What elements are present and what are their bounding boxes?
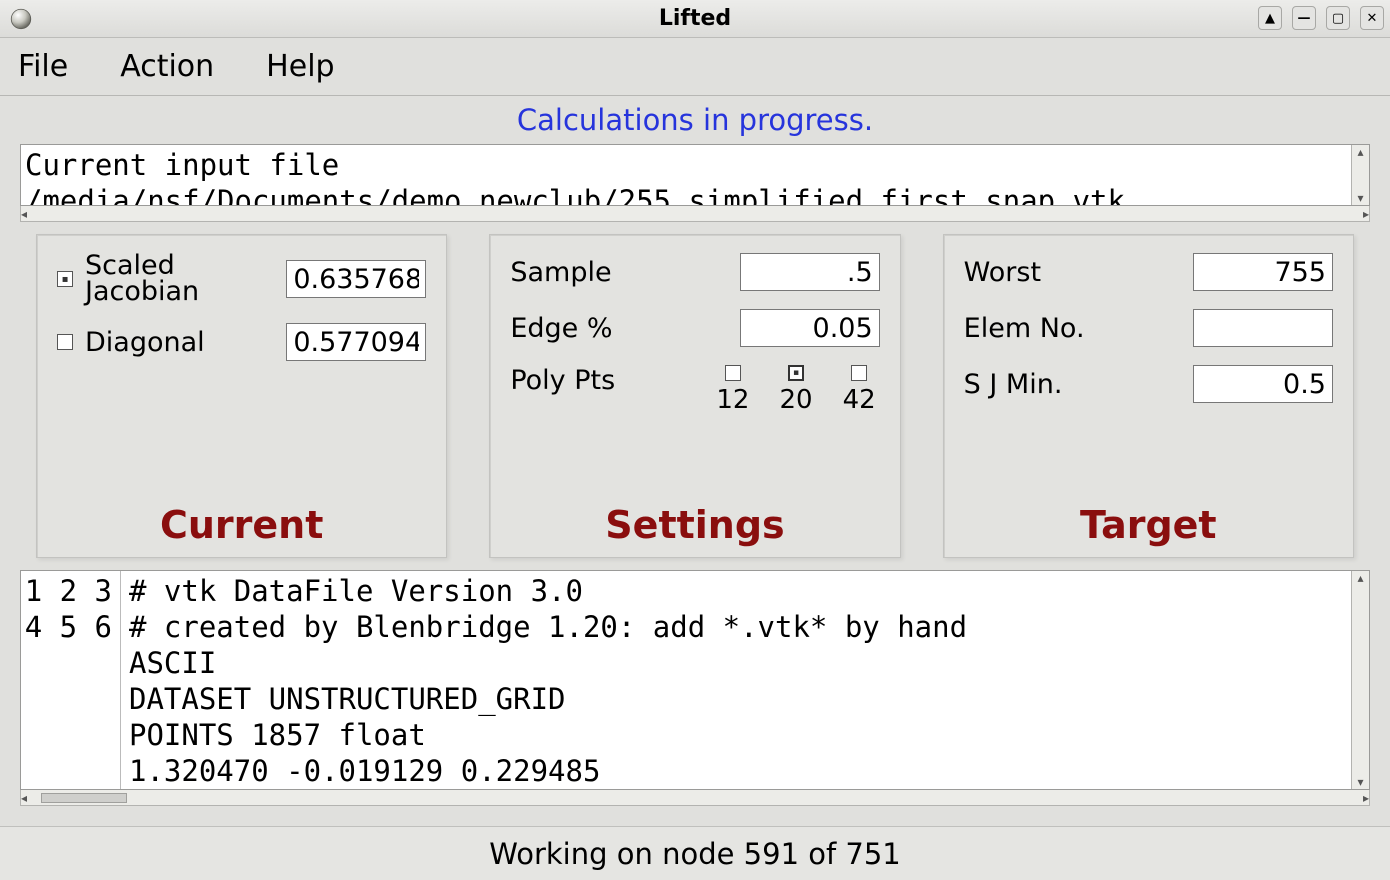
up-arrow-icon[interactable]: ▲ bbox=[1258, 6, 1282, 30]
panel-settings-title: Settings bbox=[510, 503, 879, 547]
polypts-42-label: 42 bbox=[843, 385, 876, 415]
polypts-42[interactable]: 42 bbox=[843, 365, 876, 415]
editor-vscrollbar[interactable]: ▴ ▾ bbox=[1351, 571, 1369, 789]
scroll-left-icon[interactable]: ◂ bbox=[21, 207, 27, 221]
polypts-label: Poly Pts bbox=[510, 365, 716, 396]
edge-label: Edge % bbox=[510, 313, 739, 344]
diagonal-checkbox[interactable] bbox=[57, 334, 73, 350]
scaled-jacobian-value[interactable] bbox=[286, 260, 426, 298]
app-icon bbox=[6, 4, 36, 34]
polypts-42-checkbox[interactable] bbox=[851, 365, 867, 381]
editor-content[interactable]: # vtk DataFile Version 3.0 # created by … bbox=[121, 571, 1351, 789]
menubar: File Action Help bbox=[0, 38, 1390, 96]
polypts-12-label: 12 bbox=[716, 385, 749, 415]
sample-label: Sample bbox=[510, 257, 739, 288]
polypts-20-label: 20 bbox=[779, 385, 812, 415]
panel-target: Worst Elem No. S J Min. Target bbox=[943, 234, 1354, 558]
worst-input[interactable] bbox=[1193, 253, 1333, 291]
editor-hscrollbar[interactable]: ◂ ▸ bbox=[20, 790, 1370, 806]
polypts-20[interactable]: 20 bbox=[779, 365, 812, 415]
menu-help[interactable]: Help bbox=[260, 43, 340, 90]
status-bar-text: Working on node 591 of 751 bbox=[489, 837, 901, 871]
editor: 1 2 3 4 5 6 # vtk DataFile Version 3.0 #… bbox=[20, 570, 1370, 790]
diagonal-value[interactable] bbox=[286, 323, 426, 361]
panel-current: Scaled Jacobian Diagonal Current bbox=[36, 234, 447, 558]
scroll-left-icon[interactable]: ◂ bbox=[21, 791, 27, 805]
log-vscrollbar[interactable]: ▴ ▾ bbox=[1351, 145, 1369, 205]
polypts-group: 12 20 42 bbox=[716, 365, 879, 415]
titlebar: Lifted ▲ — ▢ ✕ bbox=[0, 0, 1390, 38]
progress-status-text: Calculations in progress. bbox=[517, 103, 873, 137]
sample-input[interactable] bbox=[740, 253, 880, 291]
elemno-input[interactable] bbox=[1193, 309, 1333, 347]
elemno-label: Elem No. bbox=[964, 313, 1193, 344]
maximize-button[interactable]: ▢ bbox=[1326, 6, 1350, 30]
scroll-up-icon[interactable]: ▴ bbox=[1357, 145, 1363, 159]
hscroll-thumb[interactable] bbox=[41, 793, 127, 803]
menu-action[interactable]: Action bbox=[114, 43, 220, 90]
panels: Scaled Jacobian Diagonal Current Sample … bbox=[0, 222, 1390, 558]
scroll-right-icon[interactable]: ▸ bbox=[1363, 791, 1369, 805]
menu-file[interactable]: File bbox=[12, 43, 74, 90]
polypts-20-checkbox[interactable] bbox=[788, 365, 804, 381]
polypts-12-checkbox[interactable] bbox=[725, 365, 741, 381]
log-hscrollbar[interactable]: ◂ ▸ bbox=[20, 206, 1370, 222]
status-bar: Working on node 591 of 751 bbox=[0, 826, 1390, 880]
close-button[interactable]: ✕ bbox=[1360, 6, 1384, 30]
scroll-down-icon[interactable]: ▾ bbox=[1357, 775, 1363, 789]
progress-status: Calculations in progress. bbox=[0, 96, 1390, 144]
diagonal-label: Diagonal bbox=[85, 327, 286, 358]
panel-target-title: Target bbox=[964, 503, 1333, 547]
editor-gutter: 1 2 3 4 5 6 bbox=[21, 571, 121, 789]
scaled-jacobian-checkbox[interactable] bbox=[57, 271, 73, 287]
window-controls: ▲ — ▢ ✕ bbox=[1258, 6, 1384, 30]
window-title: Lifted bbox=[659, 6, 731, 31]
polypts-12[interactable]: 12 bbox=[716, 365, 749, 415]
worst-label: Worst bbox=[964, 257, 1193, 288]
scroll-up-icon[interactable]: ▴ bbox=[1357, 571, 1363, 585]
log-text[interactable]: Current input file /media/nsf/Documents/… bbox=[21, 145, 1351, 205]
sjmin-input[interactable] bbox=[1193, 365, 1333, 403]
scroll-down-icon[interactable]: ▾ bbox=[1357, 191, 1363, 205]
sjmin-label: S J Min. bbox=[964, 369, 1193, 400]
minimize-button[interactable]: — bbox=[1292, 6, 1316, 30]
log-output: Current input file /media/nsf/Documents/… bbox=[20, 144, 1370, 206]
edge-input[interactable] bbox=[740, 309, 880, 347]
panel-current-title: Current bbox=[57, 503, 426, 547]
scroll-right-icon[interactable]: ▸ bbox=[1363, 207, 1369, 221]
panel-settings: Sample Edge % Poly Pts 12 20 bbox=[489, 234, 900, 558]
scaled-jacobian-label: Scaled Jacobian bbox=[85, 253, 286, 305]
